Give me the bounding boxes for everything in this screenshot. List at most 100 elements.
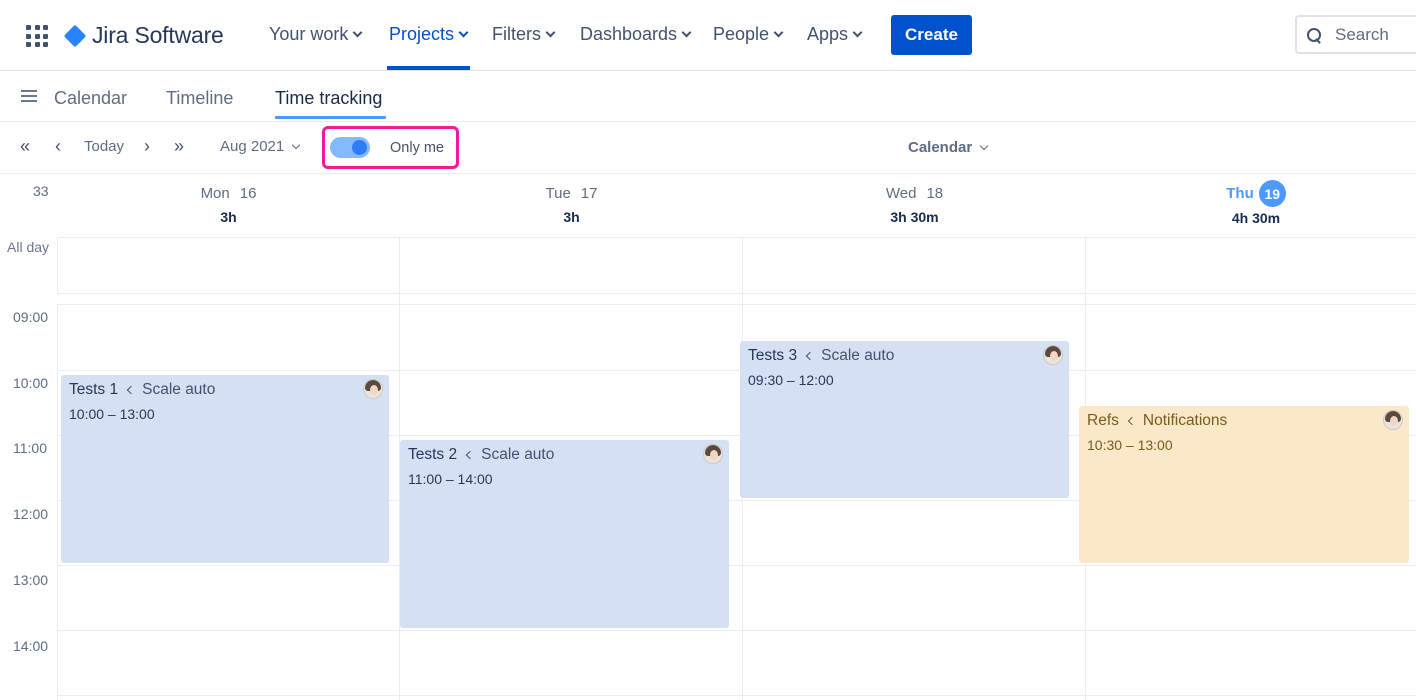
day-header-wed: Wed 18 3h 30m: [743, 184, 1086, 226]
chevron-down-icon: [352, 27, 363, 37]
toggle-knob: [352, 140, 367, 155]
chevron-down-icon: [979, 141, 989, 150]
chevron-down-icon: [291, 140, 301, 149]
only-me-toggle[interactable]: [330, 137, 370, 158]
grid-line: [57, 370, 1416, 371]
today-badge: 19: [1258, 180, 1286, 207]
grid-line: [57, 237, 58, 293]
nav-label: Projects: [389, 24, 455, 44]
hour-label: 11:00: [13, 440, 47, 456]
hour-label: 14:00: [13, 638, 49, 654]
event-title: Tests 3 Scale auto: [748, 347, 1061, 365]
day-name: Wed 18: [743, 184, 1086, 202]
nav-apps[interactable]: Apps: [807, 24, 863, 45]
tab-active-indicator: [275, 116, 386, 119]
weekday: Tue: [545, 184, 571, 202]
top-nav: Jira Software Your work Projects Filters…: [0, 0, 1416, 71]
day-name: Mon 16: [57, 184, 400, 202]
day-header-tue: Tue 17 3h: [400, 184, 743, 226]
jira-logo[interactable]: Jira Software: [63, 22, 224, 49]
hamburger-menu-icon[interactable]: [21, 90, 37, 102]
search-box[interactable]: [1295, 15, 1416, 54]
weekday: Mon: [200, 184, 230, 202]
event-time: 10:30 – 13:00: [1087, 437, 1173, 453]
event-project: Notifications: [1142, 412, 1228, 429]
event-refs[interactable]: Refs Notifications 10:30 – 13:00: [1079, 406, 1409, 563]
today-button[interactable]: Today: [84, 138, 124, 155]
hour-label: 10:00: [13, 375, 49, 391]
view-selector[interactable]: Calendar: [908, 139, 989, 156]
tab-time-tracking[interactable]: Time tracking: [275, 88, 382, 109]
nav-filters[interactable]: Filters: [492, 24, 556, 45]
day-header-thu: Thu 19 4h 30m: [1086, 180, 1416, 226]
double-chevron-right-icon[interactable]: »: [174, 136, 184, 156]
event-title: Tests 2 Scale auto: [408, 446, 721, 464]
day-total: 3h: [220, 209, 237, 225]
day-total: 3h: [563, 209, 580, 225]
tab-calendar[interactable]: Calendar: [54, 88, 127, 109]
chevron-left-icon: [1127, 416, 1137, 426]
nav-label: Filters: [492, 24, 541, 44]
grid-line: [57, 237, 1416, 238]
double-chevron-left-icon[interactable]: «: [20, 136, 30, 156]
avatar: [703, 444, 723, 464]
hour-label: 12:00: [13, 506, 49, 522]
calendar-grid: 33 Mon 16 3h Tue 17 3h Wed 18 3h 30m Thu 19 …: [0, 174, 1416, 700]
avatar: [363, 379, 383, 399]
event-tests-2[interactable]: Tests 2 Scale auto 11:00 – 14:00: [400, 440, 729, 628]
grid-line: [57, 304, 1416, 305]
nav-label: Your work: [269, 24, 349, 44]
month-selector[interactable]: Aug 2021: [220, 138, 301, 155]
avatar: [1383, 410, 1403, 430]
event-tests-3[interactable]: Tests 3 Scale auto 09:30 – 12:00: [740, 341, 1069, 498]
nav-label: Dashboards: [580, 24, 678, 44]
chevron-down-icon: [681, 27, 692, 37]
create-button[interactable]: Create: [891, 15, 972, 55]
weekday: Wed: [885, 184, 917, 202]
allday-label: All day: [7, 239, 50, 255]
nav-label: Apps: [807, 24, 849, 44]
chevron-left-icon[interactable]: ‹: [55, 136, 61, 156]
chevron-right-icon[interactable]: ›: [144, 136, 150, 156]
week-number: 33: [33, 183, 49, 199]
nav-active-indicator: [387, 66, 470, 70]
event-project: Scale auto: [481, 446, 555, 463]
day-number: 16: [239, 184, 257, 202]
app-switcher-icon[interactable]: [26, 25, 48, 47]
event-key: Tests 3: [748, 347, 798, 364]
grid-line: [57, 630, 1416, 631]
event-title: Refs Notifications: [1087, 412, 1401, 430]
grid-line: [57, 293, 1416, 294]
chevron-down-icon: [545, 27, 556, 37]
grid-line: [57, 304, 58, 700]
day-total: 4h 30m: [1231, 210, 1281, 226]
grid-line: [57, 695, 1416, 696]
hour-label: 13:00: [13, 572, 49, 588]
chevron-down-icon: [852, 27, 863, 37]
chevron-left-icon: [465, 450, 475, 460]
month-label: Aug 2021: [220, 138, 285, 155]
sub-tabs: Calendar Timeline Time tracking: [0, 71, 1416, 122]
jira-diamond-icon: [63, 24, 87, 47]
chevron-down-icon: [773, 27, 784, 37]
nav-people[interactable]: People: [713, 24, 784, 45]
search-input[interactable]: [1335, 24, 1416, 45]
event-key: Tests 2: [408, 446, 458, 463]
event-time: 10:00 – 13:00: [69, 406, 155, 422]
event-title: Tests 1 Scale auto: [69, 381, 381, 399]
event-project: Scale auto: [821, 347, 895, 364]
search-icon: [1307, 27, 1321, 42]
nav-your-work[interactable]: Your work: [269, 24, 363, 45]
event-tests-1[interactable]: Tests 1 Scale auto 10:00 – 13:00: [61, 375, 389, 563]
nav-dashboards[interactable]: Dashboards: [580, 24, 692, 45]
logo-text: Jira Software: [92, 22, 224, 48]
event-key: Refs: [1087, 412, 1119, 429]
only-me-label: Only me: [390, 140, 444, 156]
tab-timeline[interactable]: Timeline: [166, 88, 233, 109]
chevron-left-icon: [126, 385, 136, 395]
day-number: 17: [580, 184, 598, 202]
nav-projects[interactable]: Projects: [389, 24, 469, 45]
event-time: 11:00 – 14:00: [408, 471, 493, 487]
grid-line: [57, 565, 1416, 566]
view-label: Calendar: [908, 139, 973, 156]
